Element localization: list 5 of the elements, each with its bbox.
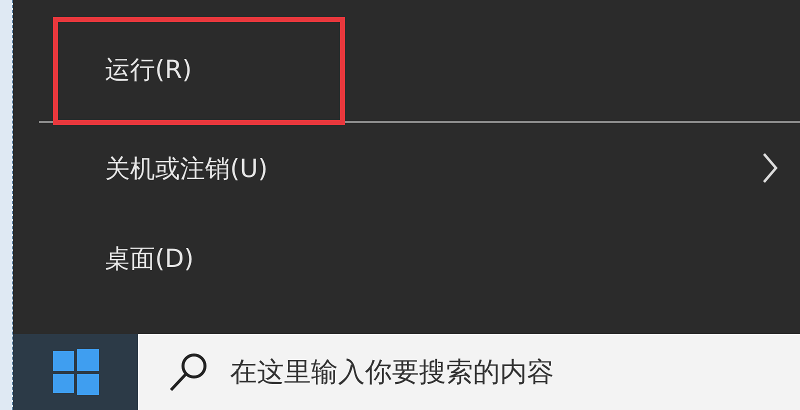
- windows-logo-icon: [52, 349, 98, 395]
- menu-item[interactable]: 运行(R): [13, 17, 800, 121]
- menu-item[interactable]: 桌面(D): [13, 213, 800, 303]
- menu-item[interactable]: 关机或注销(U): [13, 123, 800, 213]
- start-button[interactable]: [13, 334, 138, 410]
